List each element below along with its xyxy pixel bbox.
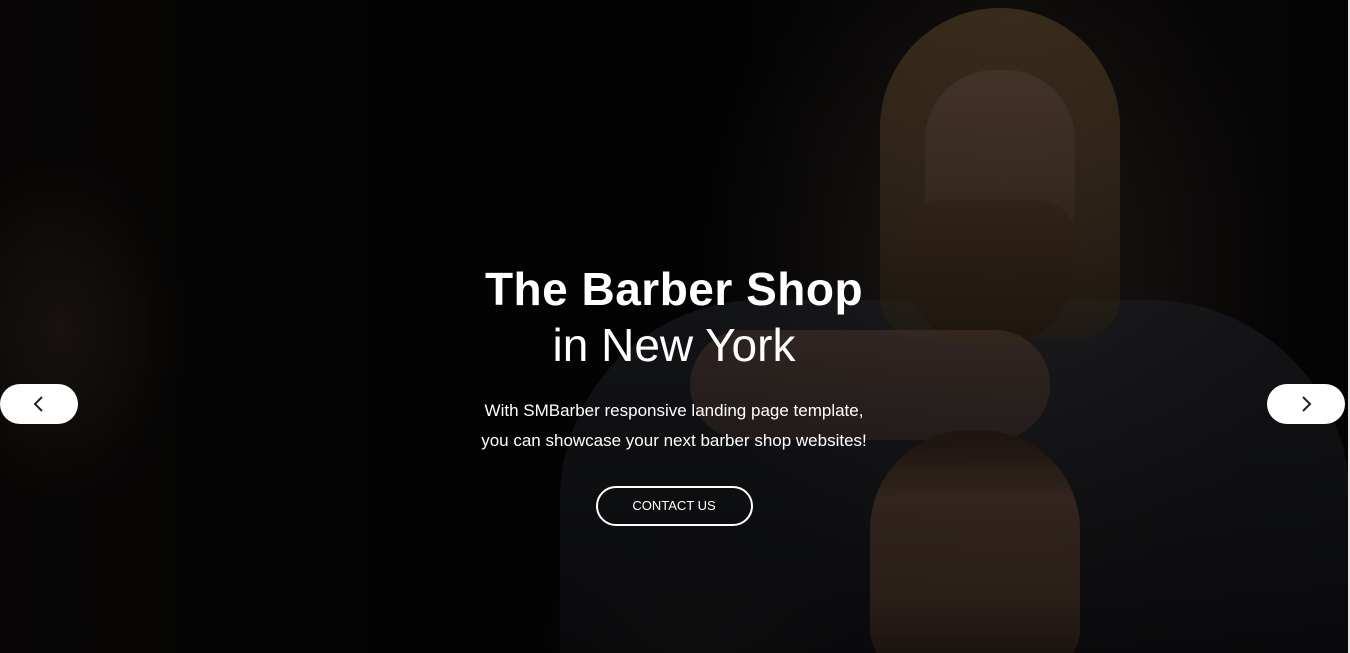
hero-description-line-2: you can showcase your next barber shop w… [481,431,867,450]
contact-us-button[interactable]: CONTACT US [595,486,753,526]
hero-description-line-1: With SMBarber responsive landing page te… [484,401,864,420]
chevron-left-icon [33,396,43,412]
hero-subtitle: in New York [552,319,796,371]
hero-description: With SMBarber responsive landing page te… [414,396,934,456]
hero-content: The Barber Shop in New York With SMBarbe… [0,262,1348,526]
hero-slider: The Barber Shop in New York With SMBarbe… [0,0,1348,653]
slider-next-button[interactable] [1267,384,1345,424]
hero-title: The Barber Shop [484,263,864,315]
chevron-right-icon [1302,396,1312,412]
slider-prev-button[interactable] [0,384,78,424]
